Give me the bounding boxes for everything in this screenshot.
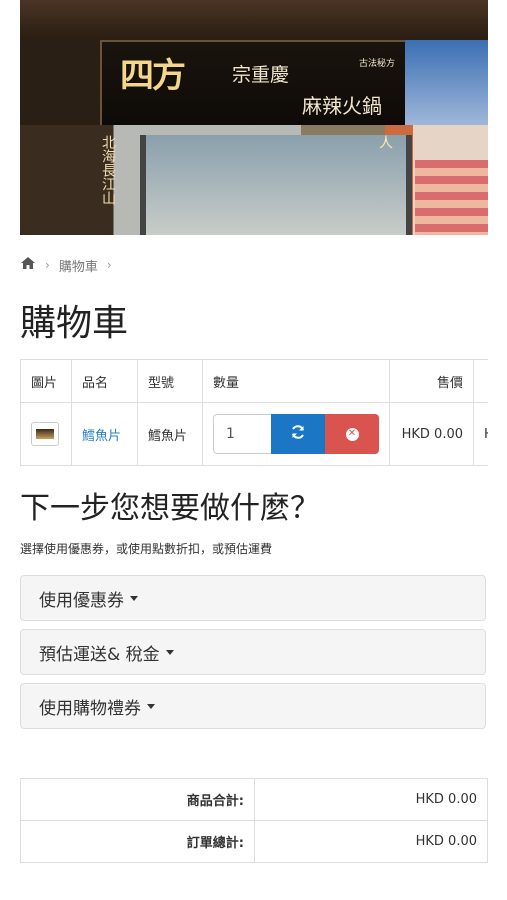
subtotal-value: HKD 0.00 — [254, 778, 488, 821]
column-header-total — [473, 359, 488, 403]
totals-row-subtotal: 商品合計: HKD 0.00 — [20, 778, 488, 821]
cart-table: 圖片 品名 型號 數量 售價 鱈魚片 鱈魚片 1 ✕ HKD 0.00 — [20, 359, 488, 466]
column-header-quantity: 數量 — [202, 359, 390, 403]
next-step-hint: 選擇使用優惠券，或使用點數折扣，或預估運費 — [20, 542, 273, 556]
column-header-name: 品名 — [71, 359, 138, 403]
product-thumbnail[interactable] — [31, 422, 59, 446]
home-icon[interactable] — [20, 256, 36, 274]
store-sign-line2: 麻辣火鍋 — [302, 94, 382, 118]
caret-down-icon — [130, 595, 138, 601]
breadcrumb-separator: › — [106, 258, 112, 272]
table-row: 鱈魚片 鱈魚片 1 ✕ HKD 0.00 H — [20, 402, 488, 466]
store-ceiling — [20, 0, 488, 40]
quantity-input[interactable]: 1 — [213, 414, 271, 454]
breadcrumb: › 購物車 › — [20, 255, 121, 275]
gift-voucher-panel-toggle[interactable]: 使用購物禮券 — [20, 683, 486, 729]
store-vertical-sign-right: 人 — [377, 135, 393, 149]
column-header-model: 型號 — [137, 359, 203, 403]
neighbor-sign — [405, 40, 488, 125]
store-window — [140, 135, 412, 235]
order-total-label: 訂單總計: — [20, 820, 255, 863]
coupon-panel-label: 使用優惠券 — [39, 590, 124, 611]
order-total-value: HKD 0.00 — [254, 820, 488, 863]
totals-row-total: 訂單總計: HKD 0.00 — [20, 820, 488, 863]
cell-quantity: 1 ✕ — [202, 402, 390, 466]
store-banner-image: 四方 宗重慶 麻辣火鍋 古法秘方 北海長江山 人 — [20, 0, 488, 235]
quantity-control: 1 ✕ — [213, 414, 379, 454]
remove-icon: ✕ — [345, 427, 359, 441]
store-shelf — [415, 160, 488, 235]
update-quantity-button[interactable] — [271, 414, 325, 454]
next-step-title: 下一步您想要做什麼？ — [20, 491, 320, 526]
subtotal-label: 商品合計: — [20, 778, 255, 821]
product-name-link[interactable]: 鱈魚片 — [82, 429, 121, 444]
coupon-panel-toggle[interactable]: 使用優惠券 — [20, 575, 486, 621]
breadcrumb-cart-link[interactable]: 購物車 — [59, 256, 98, 275]
cell-total: H — [473, 402, 488, 466]
gift-voucher-panel-label: 使用購物禮券 — [39, 698, 141, 719]
refresh-icon — [290, 424, 306, 444]
cell-name: 鱈魚片 — [71, 402, 138, 466]
totals-table: 商品合計: HKD 0.00 訂單總計: HKD 0.00 — [20, 778, 488, 863]
shipping-tax-panel-toggle[interactable]: 預估運送& 稅金 — [20, 629, 486, 675]
page-title: 購物車 — [20, 303, 129, 344]
store-vertical-sign-left: 北海長江山 — [100, 135, 116, 205]
store-sign-logo: 四方 — [120, 56, 186, 96]
column-header-image: 圖片 — [20, 359, 72, 403]
column-header-price: 售價 — [389, 359, 474, 403]
cell-price: HKD 0.00 — [389, 402, 474, 466]
cell-model: 鱈魚片 — [137, 402, 203, 466]
store-sign-line1: 宗重慶 — [232, 64, 290, 86]
breadcrumb-separator: › — [45, 258, 50, 272]
store-sign: 四方 宗重慶 麻辣火鍋 古法秘方 — [100, 40, 409, 129]
cell-image — [20, 402, 72, 466]
table-header-row: 圖片 品名 型號 數量 售價 — [20, 359, 488, 403]
caret-down-icon — [147, 703, 155, 709]
store-sign-tag: 古法秘方 — [358, 59, 395, 69]
caret-down-icon — [165, 649, 174, 655]
remove-item-button[interactable]: ✕ — [325, 414, 379, 454]
shipping-tax-panel-label: 預估運送& 稅金 — [39, 644, 160, 665]
